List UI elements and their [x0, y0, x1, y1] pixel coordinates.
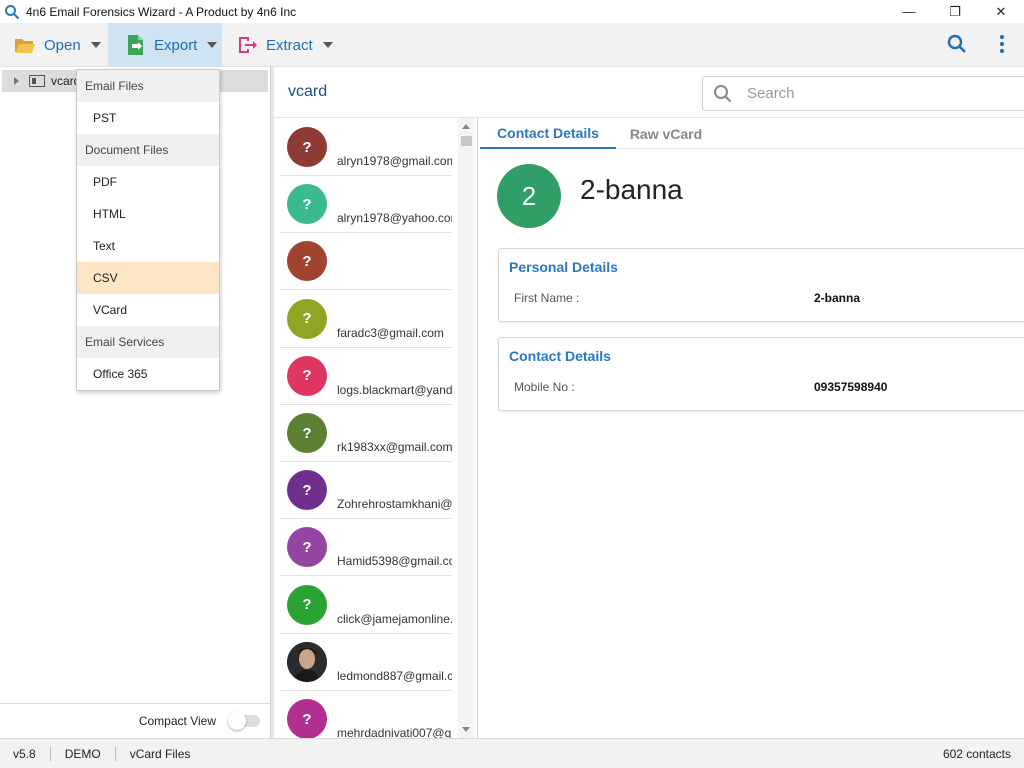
window-title: 4n6 Email Forensics Wizard - A Product b…	[26, 4, 297, 19]
status-bar: v5.8 DEMO vCard Files 602 contacts	[0, 738, 1024, 768]
contact-avatar: ?	[287, 241, 327, 282]
search-icon	[714, 84, 732, 102]
menu-section-header: Email Files	[77, 70, 219, 102]
contact-email: faradc3@gmail.com	[337, 325, 444, 340]
field-value: 09357598940	[814, 380, 888, 394]
menu-section-header: Document Files	[77, 134, 219, 166]
vcard-icon	[29, 75, 45, 87]
app-logo-icon	[5, 4, 20, 19]
detail-tabs: Contact Details Raw vCard	[480, 118, 1024, 149]
field-label: Mobile No :	[514, 380, 575, 394]
menu-item[interactable]: PST	[77, 102, 219, 134]
contact-avatar: ?	[287, 355, 327, 396]
export-label: Export	[154, 36, 198, 54]
file-type-label: vCard Files	[129, 746, 191, 761]
contact-list-item[interactable]: ? alryn1978@gmail.com	[280, 119, 452, 176]
minimize-button[interactable]: —	[886, 0, 932, 23]
extract-button[interactable]: Extract	[236, 23, 336, 67]
open-button[interactable]: Open	[12, 23, 106, 67]
chevron-down-icon[interactable]	[322, 42, 333, 48]
contact-avatar: ?	[287, 699, 327, 738]
contact-avatar: ?	[287, 527, 327, 568]
contact-list-item[interactable]: ? mehrdadnivati007@gmail.com	[280, 691, 452, 738]
chevron-down-icon[interactable]	[90, 42, 101, 48]
personal-details-card: Personal Details First Name : 2-banna	[498, 248, 1024, 322]
list-header: vcard	[274, 67, 1024, 118]
more-options-icon[interactable]	[996, 33, 1008, 55]
contact-avatar: ?	[287, 470, 327, 511]
compact-view-label: Compact View	[138, 714, 216, 728]
contact-email: logs.blackmart@yandex.com	[337, 382, 452, 397]
extract-icon	[236, 34, 258, 56]
contact-count: 602 contacts	[942, 747, 1011, 761]
window-controls: — ❐ ✕	[886, 0, 1024, 23]
tab-raw-vcard[interactable]: Raw vCard	[616, 118, 716, 149]
contact-email: ledmond887@gmail.com	[337, 668, 452, 683]
expand-arrow-icon[interactable]	[14, 77, 19, 85]
menu-item[interactable]: VCard	[77, 294, 219, 326]
contact-list-item[interactable]: ? logs.blackmart@yandex.com	[280, 348, 452, 405]
menu-item[interactable]: Text	[77, 230, 219, 262]
search-icon[interactable]	[946, 33, 968, 55]
export-file-icon	[124, 34, 146, 56]
contact-list-scrollbar[interactable]	[458, 118, 475, 738]
export-button[interactable]: Export	[108, 23, 222, 67]
field-value: 2-banna	[814, 291, 861, 305]
contact-list-item[interactable]: ? Zohrehrostamkhani@gmail.com	[280, 462, 452, 520]
menu-item[interactable]: Office 365	[77, 358, 219, 390]
contact-email: rk1983xx@gmail.com	[337, 440, 452, 454]
chevron-down-icon[interactable]	[207, 42, 218, 48]
search-box	[702, 76, 1024, 111]
contact-list: ? alryn1978@gmail.com? alryn1978@yahoo.com…	[274, 118, 478, 738]
contact-list-item[interactable]: ? Hamid5398@gmail.com	[280, 519, 452, 577]
contact-list-item[interactable]: ledmond887@gmail.com	[280, 634, 452, 691]
contact-avatar: 2	[497, 164, 561, 228]
card-title: Contact Details	[509, 348, 611, 364]
contact-avatar: ?	[287, 413, 327, 453]
contact-email: Hamid5398@gmail.com	[337, 554, 452, 569]
contact-list-item[interactable]: ?	[280, 233, 452, 291]
extract-label: Extract	[266, 36, 313, 54]
compact-view-bar: Compact View	[0, 703, 270, 738]
contact-list-item[interactable]: ? rk1983xx@gmail.com	[280, 405, 452, 462]
contact-list-item[interactable]: ? click@jamejamonline.ir	[280, 577, 452, 634]
title-bar: 4n6 Email Forensics Wizard - A Product b…	[0, 0, 1024, 23]
maximize-button[interactable]: ❐	[932, 0, 978, 23]
contact-avatar: ?	[287, 184, 327, 225]
contact-detail-pane: Contact Details Raw vCard 2 2-banna Pers…	[478, 118, 1024, 738]
contact-email: alryn1978@yahoo.com	[337, 211, 452, 226]
open-label: Open	[44, 36, 81, 54]
scroll-down-icon[interactable]	[462, 727, 470, 732]
scroll-up-icon[interactable]	[462, 124, 470, 129]
folder-title: vcard	[288, 83, 328, 100]
close-button[interactable]: ✕	[978, 0, 1024, 23]
contact-list-item[interactable]: ? faradc3@gmail.com	[280, 291, 452, 348]
contact-email: alryn1978@gmail.com	[337, 154, 452, 168]
menu-item[interactable]: HTML	[77, 198, 219, 230]
contact-email: mehrdadnivati007@gmail.com	[337, 726, 452, 738]
menu-section-header: Email Services	[77, 326, 219, 358]
contact-photo	[287, 641, 327, 682]
compact-view-toggle[interactable]	[228, 712, 260, 730]
contact-email: Zohrehrostamkhani@gmail.com	[337, 497, 452, 512]
menu-item[interactable]: PDF	[77, 166, 219, 198]
license-mode: DEMO	[51, 746, 116, 761]
contact-avatar: ?	[287, 127, 327, 167]
toolbar: Open Export Extract	[0, 23, 1024, 67]
card-title: Personal Details	[509, 259, 618, 275]
scrollbar-thumb[interactable]	[461, 136, 472, 146]
contact-avatar: ?	[287, 584, 327, 625]
folder-open-icon	[14, 34, 36, 56]
menu-item[interactable]: CSV	[77, 262, 219, 294]
contact-details-card: Contact Details Mobile No : 09357598940	[498, 337, 1024, 411]
field-label: First Name :	[514, 291, 580, 305]
version-label: v5.8	[0, 746, 51, 761]
contact-avatar: ?	[287, 298, 327, 339]
contact-name: 2-banna	[580, 174, 683, 205]
contact-email: click@jamejamonline.ir	[337, 611, 452, 626]
export-dropdown-menu: Email Files PST Document Files PDF HTML Text C…	[76, 69, 220, 391]
contact-list-item[interactable]: ? alryn1978@yahoo.com	[280, 176, 452, 234]
tab-contact-details[interactable]: Contact Details	[480, 118, 616, 149]
search-input[interactable]	[747, 85, 1007, 102]
